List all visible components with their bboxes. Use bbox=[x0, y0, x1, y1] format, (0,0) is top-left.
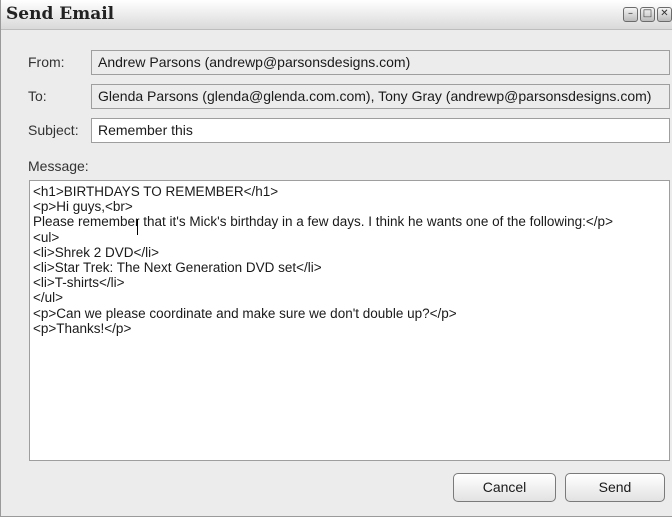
message-line: <li>Star Trek: The Next Generation DVD s… bbox=[33, 260, 322, 276]
message-line: <ul> bbox=[33, 229, 60, 245]
close-icon[interactable]: ✕ bbox=[657, 7, 672, 22]
window-title: Send Email bbox=[6, 4, 115, 24]
message-line: <li>T-shirts</li> bbox=[33, 275, 125, 291]
to-label: To: bbox=[28, 88, 47, 104]
text-caret bbox=[137, 219, 138, 235]
minimize-icon[interactable]: – bbox=[623, 7, 638, 22]
from-label: From: bbox=[28, 54, 65, 70]
message-line: Please remember that it's Mick's birthda… bbox=[33, 214, 613, 230]
to-field: Glenda Parsons (glenda@glenda.com.com), … bbox=[91, 84, 670, 109]
message-line: <p>Can we please coordinate and make sur… bbox=[33, 305, 457, 321]
from-field: Andrew Parsons (andrewp@parsonsdesigns.c… bbox=[91, 50, 670, 75]
maximize-icon[interactable]: □ bbox=[640, 7, 655, 22]
message-line: <h1>BIRTHDAYS TO REMEMBER</h1> bbox=[33, 184, 279, 199]
send-email-window: Send Email – □ ✕ From: Andrew Parsons (a… bbox=[0, 0, 672, 517]
send-button[interactable]: Send bbox=[565, 473, 665, 502]
message-line: </ul> bbox=[33, 290, 64, 306]
message-label: Message: bbox=[28, 158, 89, 174]
title-bar[interactable]: Send Email – □ ✕ bbox=[1, 0, 672, 30]
subject-input[interactable]: Remember this bbox=[91, 118, 670, 143]
cancel-button[interactable]: Cancel bbox=[453, 473, 556, 502]
message-line: <li>Shrek 2 DVD</li> bbox=[33, 244, 160, 260]
message-line: <p>Thanks!</p> bbox=[33, 320, 132, 336]
subject-label: Subject: bbox=[28, 122, 79, 138]
message-line: <p>Hi guys,<br> bbox=[33, 199, 133, 215]
message-textarea[interactable]: <h1>BIRTHDAYS TO REMEMBER</h1> <p>Hi guy… bbox=[29, 180, 670, 461]
